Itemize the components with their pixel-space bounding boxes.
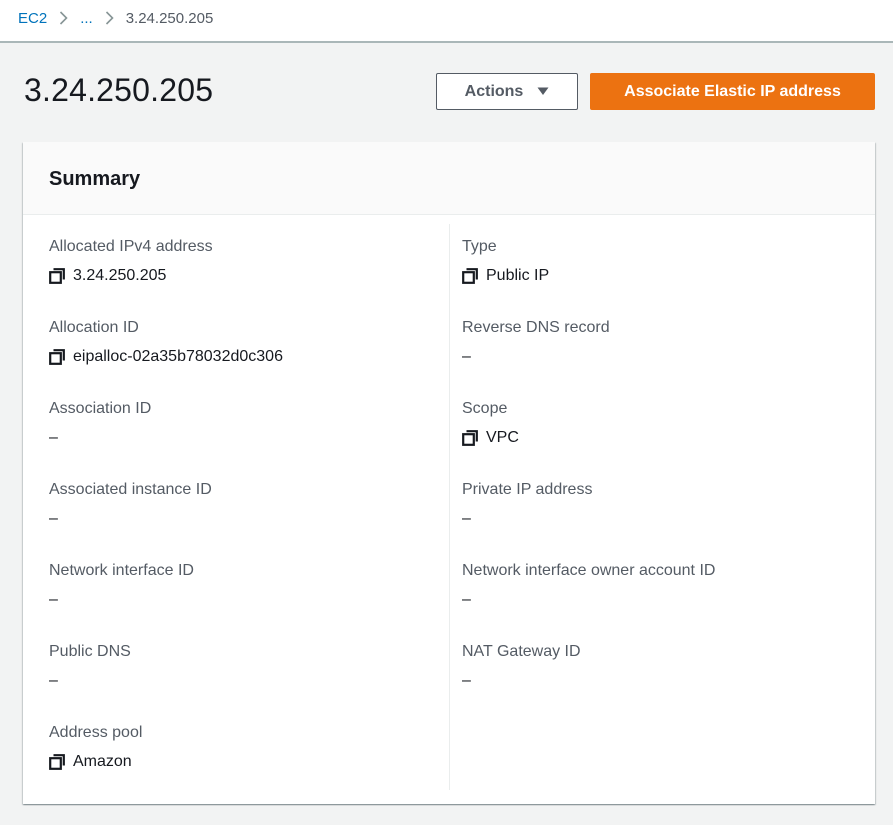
association-id-value: – [49,429,58,446]
network-interface-id-value: – [49,591,58,608]
chevron-right-icon [59,11,68,25]
field-address-pool: Address pool Amazon [49,724,142,772]
nat-gateway-id-value: – [462,672,471,689]
associate-button-label: Associate Elastic IP address [624,82,841,100]
field-value: 3.24.250.205 [49,266,213,286]
field-label: Associated instance ID [49,481,212,498]
field-value: – [462,509,592,529]
field-value: eipalloc-02a35b78032d0c306 [49,347,283,367]
actions-button-label: Actions [464,82,524,100]
field-label: Network interface owner account ID [462,562,716,579]
copy-icon[interactable] [462,430,478,446]
copy-icon[interactable] [49,754,65,770]
field-label: NAT Gateway ID [462,643,581,660]
type-value: Public IP [486,267,550,284]
address-pool-value: Amazon [73,753,132,770]
field-value: – [462,347,610,367]
field-label: Allocation ID [49,319,139,336]
field-label: Address pool [49,724,143,741]
field-value: – [462,590,715,610]
field-associated-instance-id: Associated instance ID – [49,481,212,529]
column-divider [449,224,450,790]
allocated-ipv4-value: 3.24.250.205 [73,267,167,284]
summary-panel: Summary Allocated IPv4 address 3.24.250.… [23,142,875,804]
field-association-id: Association ID – [49,400,151,448]
reverse-dns-value: – [462,348,471,365]
copy-icon[interactable] [462,268,478,284]
field-value: – [49,590,194,610]
associated-instance-id-value: – [49,510,58,527]
field-label: Association ID [49,400,152,417]
field-network-interface-id: Network interface ID – [49,562,194,610]
field-value: Public IP [462,266,549,286]
field-scope: Scope VPC [462,400,519,448]
actions-dropdown-button[interactable]: Actions [436,73,578,110]
field-label: Type [462,238,497,255]
field-label: Network interface ID [49,562,194,579]
public-dns-value: – [49,672,58,689]
field-value: – [462,671,581,691]
field-value: – [49,428,151,448]
field-nat-gateway-id: NAT Gateway ID – [462,643,581,691]
private-ip-value: – [462,510,471,527]
field-label: Private IP address [462,481,593,498]
field-reverse-dns-record: Reverse DNS record – [462,319,610,367]
breadcrumb-current: 3.24.250.205 [125,9,214,27]
scope-value: VPC [486,429,519,446]
field-label: Allocated IPv4 address [49,238,213,255]
associate-elastic-ip-button[interactable]: Associate Elastic IP address [590,73,875,110]
copy-icon[interactable] [49,268,65,284]
field-label: Public DNS [49,643,131,660]
field-type: Type Public IP [462,238,549,286]
field-value: – [49,671,131,691]
copy-icon[interactable] [49,349,65,365]
breadcrumb: EC2 ... 3.24.250.205 [18,8,213,28]
chevron-right-icon [105,11,114,25]
summary-title: Summary [49,168,141,190]
field-private-ip-address: Private IP address – [462,481,592,529]
breadcrumb-ellipsis-link[interactable]: ... [80,10,93,27]
field-label: Reverse DNS record [462,319,610,336]
breadcrumb-ec2-link[interactable]: EC2 [18,10,47,27]
field-allocation-id: Allocation ID eipalloc-02a35b78032d0c306 [49,319,283,367]
summary-header: Summary [23,142,875,215]
network-interface-owner-value: – [462,591,471,608]
field-value: VPC [462,428,519,448]
page-title: 3.24.250.205 [24,72,214,108]
field-allocated-ipv4: Allocated IPv4 address 3.24.250.205 [49,238,213,286]
top-bar: EC2 ... 3.24.250.205 [0,0,893,43]
field-network-interface-owner: Network interface owner account ID – [462,562,715,610]
field-value: Amazon [49,752,142,772]
allocation-id-value: eipalloc-02a35b78032d0c306 [73,348,283,365]
field-label: Scope [462,400,508,417]
caret-down-icon [537,87,549,96]
field-public-dns: Public DNS – [49,643,131,691]
field-value: – [49,509,212,529]
